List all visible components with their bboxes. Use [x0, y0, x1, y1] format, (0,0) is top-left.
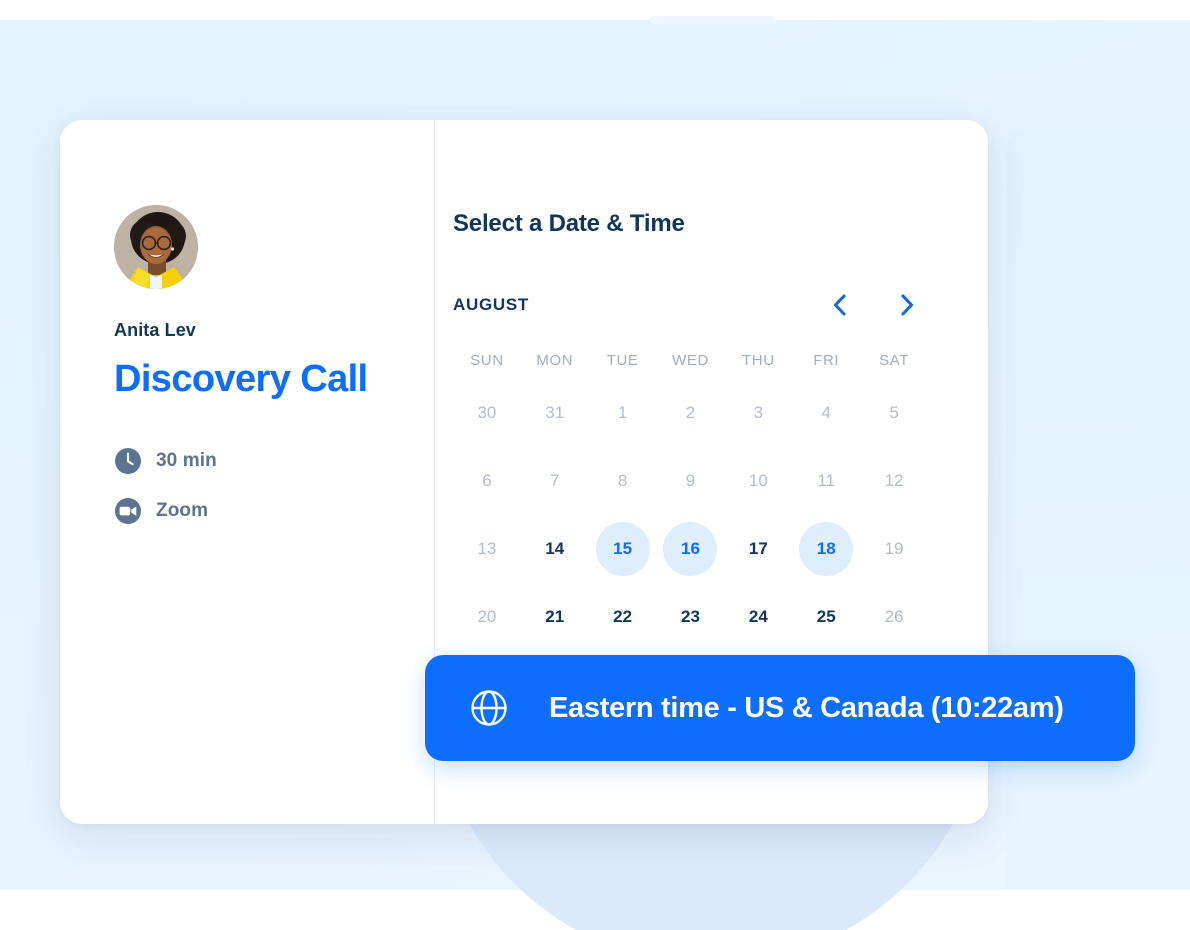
- calendar-day-cell: 20: [453, 583, 521, 651]
- calendar-day-24[interactable]: 24: [731, 590, 785, 644]
- calendar-day-2: 2: [663, 386, 717, 440]
- event-title: Discovery Call: [114, 358, 368, 400]
- calendar-day-cell: 16: [657, 515, 725, 583]
- host-name: Anita Lev: [114, 320, 196, 340]
- event-location-label: Zoom: [156, 499, 209, 521]
- calendar-day-cell: 9: [657, 447, 725, 515]
- calendar-day-17[interactable]: 17: [731, 522, 785, 576]
- calendar-day-30: 30: [460, 386, 514, 440]
- calendar-day-26: 26: [867, 590, 921, 644]
- weekday-label: TUE: [606, 352, 639, 369]
- event-location-row: Zoom: [114, 497, 434, 525]
- calendar-day-cell: 23: [657, 583, 725, 651]
- calendar-day-6: 6: [460, 454, 514, 508]
- background-secondary-panel: [1006, 129, 1190, 889]
- calendar-day-15[interactable]: 15: [595, 522, 650, 576]
- weekday-label: MON: [536, 352, 574, 369]
- timezone-selector-button[interactable]: Eastern time - US & Canada (10:22am): [425, 655, 1135, 761]
- calendar-day-16[interactable]: 16: [663, 522, 718, 576]
- calendar-weekday-header: SUN MON TUE WED THU FRI SAT: [453, 352, 928, 369]
- weekday-label: WED: [672, 352, 709, 369]
- calendar-day-3: 3: [731, 386, 785, 440]
- calendar-day-31: 31: [528, 386, 582, 440]
- globe-icon: [469, 688, 509, 728]
- prev-month-button[interactable]: [826, 290, 852, 320]
- calendar-day-18[interactable]: 18: [799, 522, 854, 576]
- calendar-day-14[interactable]: 14: [528, 522, 582, 576]
- weekday-label: SUN: [470, 352, 504, 369]
- calendar-day-cell: 5: [860, 379, 928, 447]
- event-duration-row: 30 min: [114, 447, 434, 475]
- calendar-day-cell: 2: [657, 379, 725, 447]
- chevron-right-icon: [897, 291, 917, 319]
- calendar-day-cell: 21: [521, 583, 589, 651]
- calendar-day-11: 11: [799, 454, 853, 508]
- calendar-day-cell: 18: [792, 515, 860, 583]
- calendar-day-cell: 17: [724, 515, 792, 583]
- calendar-day-23[interactable]: 23: [663, 590, 717, 644]
- calendar-day-10: 10: [731, 454, 785, 508]
- calendar-nav-group: [826, 290, 920, 320]
- calendar-day-22[interactable]: 22: [596, 590, 650, 644]
- calendar-day-8: 8: [596, 454, 650, 508]
- calendar-day-25[interactable]: 25: [799, 590, 853, 644]
- calendar-day-cell: 7: [521, 447, 589, 515]
- page-stage: Anita Lev Discovery Call 30 min Zoom Sel…: [0, 0, 1190, 930]
- event-meta-list: 30 min Zoom: [114, 447, 434, 525]
- calendar-day-cell: 15: [589, 515, 657, 583]
- calendar-day-cell: 30: [453, 379, 521, 447]
- calendar-day-1: 1: [596, 386, 650, 440]
- weekday-label: FRI: [813, 352, 840, 369]
- page-title: Select a Date & Time: [453, 210, 685, 237]
- calendar-day-cell: 6: [453, 447, 521, 515]
- calendar-day-7: 7: [528, 454, 582, 508]
- calendar-day-5: 5: [867, 386, 921, 440]
- weekday-label: THU: [742, 352, 775, 369]
- calendar-day-cell: 10: [724, 447, 792, 515]
- calendar-day-cell: 1: [589, 379, 657, 447]
- calendar-day-4: 4: [799, 386, 853, 440]
- avatar: [114, 205, 198, 289]
- calendar-day-cell: 11: [792, 447, 860, 515]
- calendar-day-9: 9: [663, 454, 717, 508]
- chevron-left-icon: [829, 291, 849, 319]
- calendar-month-label: AUGUST: [453, 295, 529, 314]
- calendar-day-cell: 31: [521, 379, 589, 447]
- calendar-day-20: 20: [460, 590, 514, 644]
- calendar-day-cell: 12: [860, 447, 928, 515]
- calendar-month-header: AUGUST: [453, 290, 928, 320]
- timezone-label: Eastern time - US & Canada (10:22am): [549, 691, 1064, 724]
- calendar-day-cell: 19: [860, 515, 928, 583]
- event-details-panel: Anita Lev Discovery Call 30 min Zoom: [60, 120, 435, 824]
- calendar-day-cell: 14: [521, 515, 589, 583]
- weekday-label: SAT: [879, 352, 909, 369]
- calendar-day-13: 13: [460, 522, 514, 576]
- background-tab-accent: [650, 16, 776, 24]
- calendar-days-grid: 30 31 1 2 3 4 5 6 7 8 9 10 11 12 13 14 15 16 17 18 19 20 21 22 2…: [453, 379, 928, 651]
- event-duration-label: 30 min: [156, 449, 217, 471]
- calendar-day-cell: 24: [724, 583, 792, 651]
- calendar-day-cell: 25: [792, 583, 860, 651]
- calendar-day-cell: 4: [792, 379, 860, 447]
- video-camera-icon: [114, 497, 142, 525]
- clock-icon: [114, 447, 142, 475]
- calendar-day-21[interactable]: 21: [528, 590, 582, 644]
- calendar-day-cell: 8: [589, 447, 657, 515]
- calendar-day-cell: 26: [860, 583, 928, 651]
- calendar-day-cell: 22: [589, 583, 657, 651]
- calendar-day-12: 12: [867, 454, 921, 508]
- calendar-day-cell: 13: [453, 515, 521, 583]
- calendar-day-19: 19: [867, 522, 921, 576]
- calendar-day-cell: 3: [724, 379, 792, 447]
- next-month-button[interactable]: [894, 290, 920, 320]
